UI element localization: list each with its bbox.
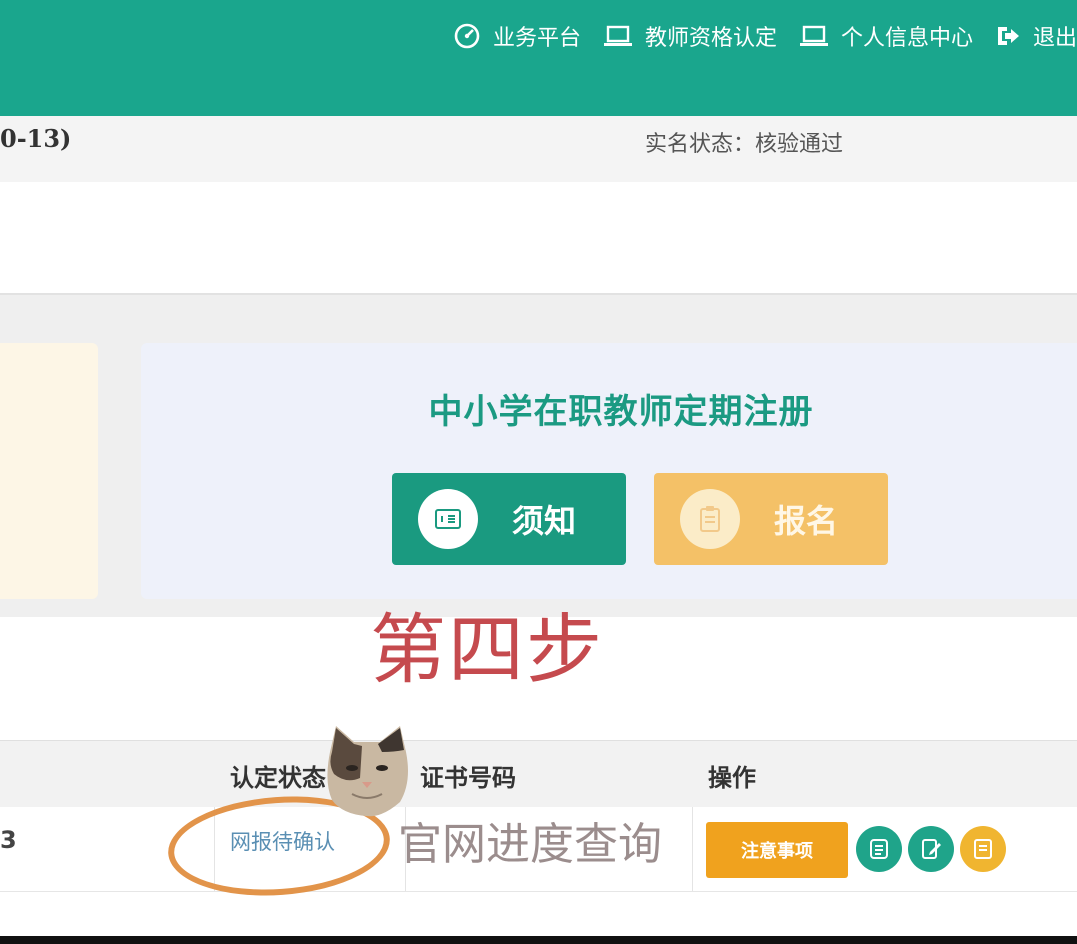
pencil-icon [922, 839, 941, 859]
cell-divider [692, 807, 693, 891]
signup-button[interactable]: 报名 [654, 473, 888, 565]
nav-business-platform[interactable]: 业务平台 [453, 20, 581, 52]
list-icon [870, 839, 888, 859]
top-navigation: 业务平台 教师资格认定 个人信息中心 退出 [431, 18, 1077, 54]
edit-icon[interactable] [908, 826, 954, 872]
left-card [0, 343, 98, 599]
id-number-fragment: 0-13) [0, 124, 72, 153]
nav-personal-info-label: 个人信息中心 [840, 26, 973, 51]
clipboard-icon [700, 506, 720, 532]
header-certificate-number: 证书号码 [420, 764, 516, 792]
nav-teacher-qualification[interactable]: 教师资格认定 [603, 20, 777, 52]
nav-teacher-qualification-label: 教师资格认定 [644, 26, 777, 51]
logout-icon [997, 27, 1019, 45]
signup-button-label: 报名 [774, 502, 839, 540]
print-icon[interactable] [960, 826, 1006, 872]
realname-status: 实名状态：核验通过 [645, 132, 844, 157]
step-annotation: 第四步 [370, 605, 604, 694]
nav-logout[interactable]: 退出 [995, 20, 1077, 52]
document-icon [435, 509, 461, 529]
nav-logout-label: 退出 [1032, 26, 1077, 51]
bottom-edge [0, 936, 1077, 944]
cat-sticker [327, 726, 408, 817]
user-info-bar [0, 116, 1077, 182]
card-title: 中小学在职教师定期注册 [428, 392, 814, 432]
header-status: 认定状态 [230, 764, 326, 792]
nav-personal-info[interactable]: 个人信息中心 [799, 20, 973, 52]
notice-button[interactable]: 须知 [392, 473, 626, 565]
laptop-icon [603, 25, 632, 46]
table-header [0, 740, 1077, 808]
form-icon [974, 839, 992, 859]
nav-business-platform-label: 业务平台 [492, 26, 581, 51]
view-icon[interactable] [856, 826, 902, 872]
header-actions: 操作 [708, 764, 756, 792]
attention-button[interactable]: 注意事项 [706, 822, 848, 878]
row-cell-fragment: 3 [0, 826, 17, 854]
dashboard-icon [454, 23, 480, 49]
progress-hint: 官网进度查询 [398, 819, 662, 870]
laptop-icon [799, 25, 828, 46]
notice-icon-circle [418, 489, 478, 549]
notice-button-label: 须知 [512, 502, 577, 540]
signup-icon-circle [680, 489, 740, 549]
